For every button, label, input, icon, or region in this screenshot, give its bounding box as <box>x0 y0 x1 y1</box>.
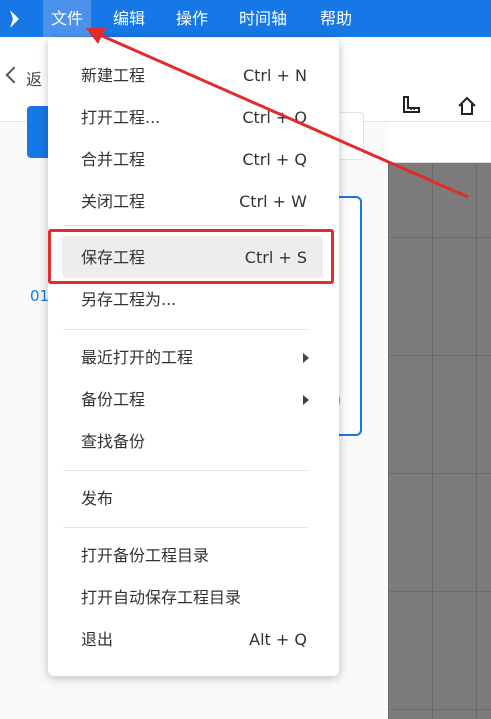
ruler-icon[interactable] <box>402 96 420 114</box>
menu-item-open-autosave-dir[interactable]: 打开自动保存工程目录 <box>48 577 339 619</box>
canvas-toolbar <box>388 122 491 163</box>
menu-item-label: 打开工程... <box>81 108 161 127</box>
menu-item-backup-project[interactable]: 备份工程 <box>48 379 339 421</box>
menu-item-label: 合并工程 <box>81 150 146 169</box>
menu-help[interactable]: 帮助 <box>320 0 352 37</box>
menu-item-new-project[interactable]: 新建工程 Ctrl + N <box>48 55 339 97</box>
menu-divider <box>63 329 308 330</box>
menu-item-publish[interactable]: 发布 <box>48 478 339 520</box>
menu-edit[interactable]: 编辑 <box>113 0 145 37</box>
home-icon[interactable] <box>457 96 477 116</box>
menu-item-label: 另存工程为... <box>81 290 177 309</box>
menu-item-recent-projects[interactable]: 最近打开的工程 <box>48 337 339 379</box>
menu-divider <box>63 527 308 528</box>
menu-timeline[interactable]: 时间轴 <box>239 0 287 37</box>
menu-item-label: 查找备份 <box>81 432 146 451</box>
menu-item-merge-project[interactable]: 合并工程 Ctrl + Q <box>48 139 339 181</box>
logo-icon <box>10 10 19 28</box>
menu-item-label: 最近打开的工程 <box>81 348 194 367</box>
submenu-arrow-icon <box>303 395 309 405</box>
menu-item-label: 退出 <box>81 630 114 649</box>
back-button-label[interactable]: 返 <box>26 66 42 90</box>
menu-item-label: 备份工程 <box>81 390 146 409</box>
stage-canvas[interactable] <box>388 163 491 719</box>
menu-bar: 文件 编辑 操作 时间轴 帮助 <box>0 0 491 37</box>
menu-action[interactable]: 操作 <box>176 0 208 37</box>
annotation-highlight-box <box>48 229 334 284</box>
menu-item-open-backup-dir[interactable]: 打开备份工程目录 <box>48 535 339 577</box>
menu-file[interactable]: 文件 <box>43 0 92 37</box>
menu-item-find-backup[interactable]: 查找备份 <box>48 421 339 463</box>
menu-item-label: 发布 <box>81 489 114 508</box>
menu-item-shortcut: Alt + Q <box>249 630 307 649</box>
menu-item-shortcut: Ctrl + N <box>242 66 307 85</box>
menu-item-label: 打开备份工程目录 <box>81 546 210 565</box>
file-menu-dropdown: 新建工程 Ctrl + N 打开工程... Ctrl + O 合并工程 Ctrl… <box>48 38 339 676</box>
chevron-left-icon[interactable] <box>5 66 23 84</box>
menu-item-shortcut: Ctrl + W <box>239 192 307 211</box>
menu-item-save-as[interactable]: 另存工程为... <box>48 279 339 321</box>
menu-item-label: 关闭工程 <box>81 192 146 211</box>
menu-item-close-project[interactable]: 关闭工程 Ctrl + W <box>48 181 339 223</box>
item-number: 01 <box>30 287 50 305</box>
menu-divider <box>63 225 308 226</box>
menu-item-shortcut: Ctrl + O <box>242 108 307 127</box>
menu-item-open-project[interactable]: 打开工程... Ctrl + O <box>48 97 339 139</box>
menu-item-label: 打开自动保存工程目录 <box>81 588 242 607</box>
menu-item-exit[interactable]: 退出 Alt + Q <box>48 619 339 661</box>
submenu-arrow-icon <box>303 353 309 363</box>
menu-item-shortcut: Ctrl + Q <box>242 150 307 169</box>
menu-divider <box>63 470 308 471</box>
menu-item-label: 新建工程 <box>81 66 146 85</box>
